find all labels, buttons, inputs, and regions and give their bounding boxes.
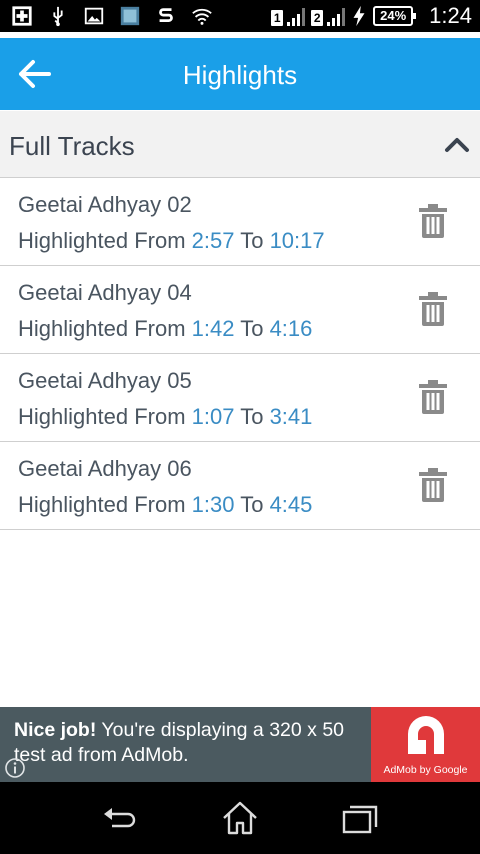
sim1-signal: 1 [271, 6, 306, 26]
to-label: To [240, 492, 264, 517]
back-nav-icon[interactable] [100, 798, 140, 838]
from-time: 1:30 [191, 492, 235, 517]
battery-indicator: 24% [373, 6, 417, 26]
signal-icon [287, 8, 306, 26]
to-time: 3:41 [269, 404, 313, 429]
charging-icon [351, 4, 367, 28]
track-name: Geetai Adhyay 02 [18, 192, 192, 217]
from-label: Highlighted From [18, 404, 186, 429]
ad-text: Nice job! You're displaying a 320 x 50 t… [14, 718, 366, 768]
trash-icon[interactable] [418, 292, 448, 326]
to-label: To [240, 316, 264, 341]
track-name: Geetai Adhyay 06 [18, 456, 192, 481]
from-time: 1:07 [191, 404, 235, 429]
list-item[interactable]: Geetai Adhyay 05 Highlighted From 1:07 T… [0, 354, 480, 442]
track-name: Geetai Adhyay 05 [18, 368, 192, 393]
app-icon [118, 4, 142, 28]
status-bar: 1 2 24% 1:24 [0, 0, 480, 32]
from-time: 2:57 [191, 228, 235, 253]
list-item[interactable]: Geetai Adhyay 06 Highlighted From 1:30 T… [0, 442, 480, 530]
highlight-list: Geetai Adhyay 02 Highlighted From 2:57 T… [0, 178, 480, 530]
track-range: Highlighted From 1:42 To 4:16 [18, 316, 312, 342]
trash-icon[interactable] [418, 468, 448, 502]
sim2-label: 2 [311, 10, 324, 26]
from-label: Highlighted From [18, 492, 186, 517]
trash-icon[interactable] [418, 204, 448, 238]
recent-apps-icon[interactable] [340, 798, 380, 838]
admob-icon [408, 716, 444, 754]
to-time: 10:17 [269, 228, 325, 253]
from-label: Highlighted From [18, 316, 186, 341]
track-name: Geetai Adhyay 04 [18, 280, 192, 305]
clock: 1:24 [429, 3, 472, 28]
to-time: 4:16 [269, 316, 313, 341]
sim1-label: 1 [271, 10, 284, 26]
trash-icon[interactable] [418, 380, 448, 414]
page-title: Highlights [182, 60, 298, 90]
from-label: Highlighted From [18, 228, 186, 253]
usb-icon [46, 4, 70, 28]
chevron-up-icon[interactable] [444, 133, 470, 155]
s-icon [154, 4, 178, 28]
admob-logo: AdMob by Google [371, 707, 480, 782]
from-time: 1:42 [191, 316, 235, 341]
section-title: Full Tracks [9, 131, 135, 161]
sim2-signal: 2 [311, 6, 346, 26]
list-item[interactable]: Geetai Adhyay 04 Highlighted From 1:42 T… [0, 266, 480, 354]
list-item[interactable]: Geetai Adhyay 02 Highlighted From 2:57 T… [0, 178, 480, 266]
home-icon[interactable] [220, 798, 260, 838]
add-icon [10, 4, 34, 28]
to-time: 4:45 [269, 492, 313, 517]
wifi-icon [190, 4, 214, 28]
signal-icon [327, 8, 346, 26]
track-range: Highlighted From 1:07 To 3:41 [18, 404, 312, 430]
image-icon [82, 4, 106, 28]
info-icon[interactable] [4, 757, 26, 779]
ad-banner[interactable]: Nice job! You're displaying a 320 x 50 t… [0, 707, 480, 782]
app-bar: Highlights [0, 38, 480, 110]
track-range: Highlighted From 1:30 To 4:45 [18, 492, 312, 518]
full-tracks-section-header[interactable]: Full Tracks [0, 111, 480, 178]
admob-logo-text: AdMob by Google [383, 764, 468, 776]
track-range: Highlighted From 2:57 To 10:17 [18, 228, 325, 254]
to-label: To [240, 404, 264, 429]
ad-headline: Nice job! [14, 719, 97, 741]
to-label: To [240, 228, 264, 253]
system-nav-bar [0, 782, 480, 854]
